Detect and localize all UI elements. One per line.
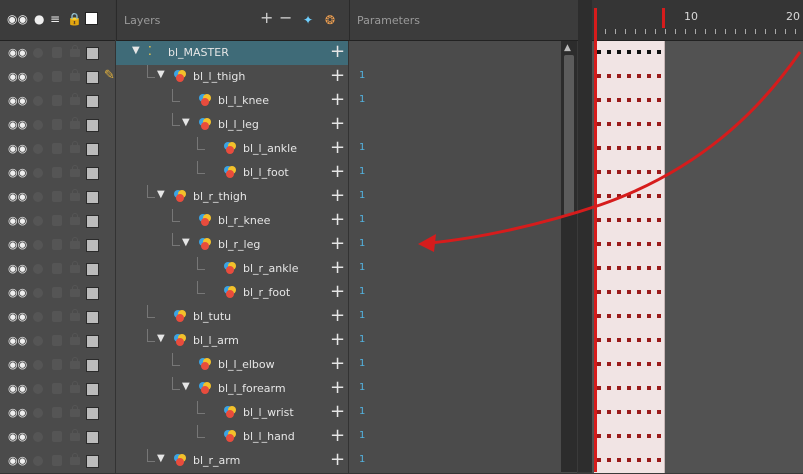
annotation-arrow [418,51,802,252]
arrow-head-icon [418,234,436,252]
